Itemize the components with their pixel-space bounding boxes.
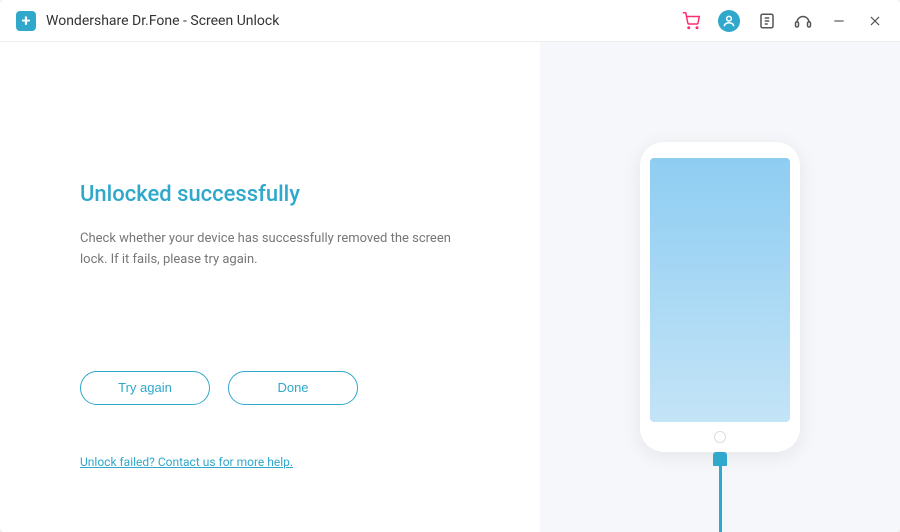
content-area: Unlocked successfully Check whether your… [0, 42, 900, 532]
phone-illustration [640, 142, 800, 452]
cable-connector-icon [713, 452, 727, 466]
status-description: Check whether your device has successful… [80, 229, 480, 271]
help-link[interactable]: Unlock failed? Contact us for more help. [80, 455, 540, 469]
cart-icon[interactable] [682, 12, 700, 30]
phone-screen [650, 158, 790, 422]
button-row: Try again Done [80, 371, 540, 405]
app-logo-icon: + [16, 11, 36, 31]
right-panel [540, 42, 900, 532]
feedback-icon[interactable] [758, 12, 776, 30]
titlebar-left: + Wondershare Dr.Fone - Screen Unlock [16, 11, 279, 31]
phone-home-button-icon [714, 431, 726, 443]
titlebar: + Wondershare Dr.Fone - Screen Unlock [0, 0, 900, 42]
try-again-button[interactable]: Try again [80, 371, 210, 405]
titlebar-right [682, 10, 884, 32]
cable-wire-icon [719, 466, 722, 532]
app-title: Wondershare Dr.Fone - Screen Unlock [46, 13, 279, 29]
user-icon[interactable] [718, 10, 740, 32]
status-heading: Unlocked successfully [80, 182, 540, 207]
left-panel: Unlocked successfully Check whether your… [0, 42, 540, 532]
app-window: + Wondershare Dr.Fone - Screen Unlock [0, 0, 900, 532]
done-button[interactable]: Done [228, 371, 358, 405]
minimize-button[interactable] [830, 12, 848, 30]
support-icon[interactable] [794, 12, 812, 30]
close-button[interactable] [866, 12, 884, 30]
cable-illustration [712, 452, 728, 532]
